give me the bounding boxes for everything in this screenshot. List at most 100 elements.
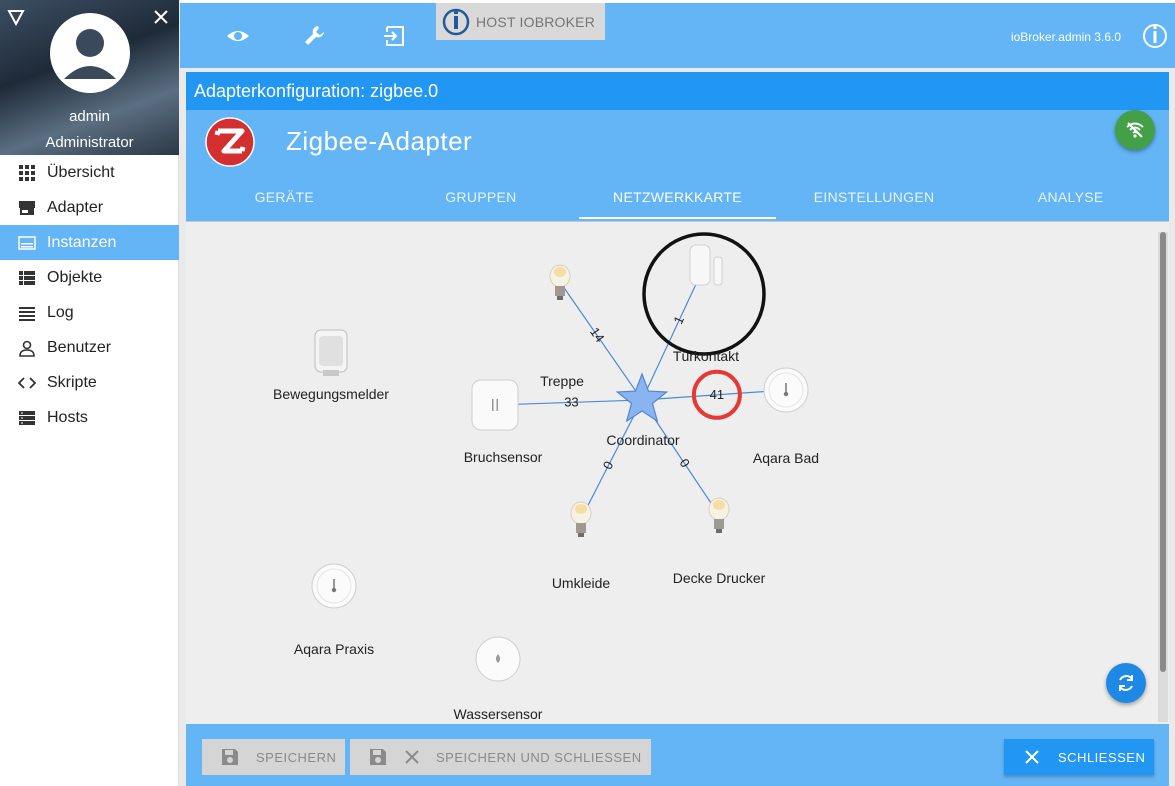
device-node-bruchsensor[interactable]: Bruchsensor	[464, 379, 543, 465]
menu-logo-icon[interactable]	[7, 8, 25, 26]
link-quality-label: 41	[710, 387, 724, 402]
save-close-label: SPEICHERN UND SCHLIESSEN	[436, 749, 642, 765]
save-button[interactable]: SPEICHERN	[202, 739, 345, 775]
save-label: SPEICHERN	[256, 749, 337, 765]
wrench-icon[interactable]	[302, 23, 328, 49]
tab-einstellungen[interactable]: EINSTELLUNGEN	[776, 180, 973, 222]
link-quality-label: 33	[564, 394, 578, 409]
sidebar-item-benutzer[interactable]: Benutzer	[0, 330, 179, 365]
scrollbar-thumb[interactable]	[1160, 232, 1166, 672]
logout-icon[interactable]	[381, 23, 407, 49]
sidebar-item-adapter[interactable]: Adapter	[0, 190, 179, 225]
sidebar-header: admin Administrator	[0, 0, 179, 155]
adapter-header: Zigbee-Adapter GERÄTE GRUPPEN NETZWERKKART…	[186, 110, 1169, 222]
save-and-close-button[interactable]: SPEICHERN UND SCHLIESSEN	[350, 739, 651, 775]
device-node-bewegungsmelder[interactable]: Bewegungsmelder	[273, 329, 389, 402]
user-name: admin	[69, 108, 110, 125]
device-label: Umkleide	[552, 575, 611, 591]
version-text: ioBroker.admin 3.6.0	[1010, 30, 1121, 44]
device-label: Bewegungsmelder	[273, 386, 389, 402]
coordinator-label: Coordinator	[606, 432, 679, 448]
device-node-wassersensor[interactable]: Wassersensor	[454, 636, 543, 722]
code-icon	[17, 374, 37, 392]
list-icon	[18, 269, 36, 287]
sidebar-item-objekte[interactable]: Objekte	[0, 260, 179, 295]
device-node-treppe[interactable]: Treppe	[540, 264, 584, 389]
iobroker-info-icon[interactable]	[1142, 23, 1168, 49]
network-map-canvas[interactable]: 14 1 33 41 0 0 Coordinator Treppe Türkontakt Bruc…	[186, 222, 1169, 724]
adapter-name: Zigbee-Adapter	[286, 126, 473, 156]
nav-menu: Übersicht Adapter Instanzen Objekte Log Benut…	[0, 155, 179, 435]
avatar	[50, 13, 130, 93]
device-label: Wassersensor	[454, 706, 543, 722]
device-node-decke_drucker[interactable]: Decke Drucker	[673, 497, 766, 586]
dialog-title: Adapterkonfiguration: zigbee.0	[186, 72, 1169, 110]
device-label: Bruchsensor	[464, 449, 543, 465]
close-icon	[1025, 750, 1039, 764]
hosts-icon	[18, 409, 36, 427]
save-icon	[370, 749, 386, 765]
store-icon	[18, 199, 36, 217]
eye-icon[interactable]	[225, 23, 251, 49]
sidebar-item-label: Übersicht	[47, 163, 115, 181]
close-icon[interactable]	[152, 8, 170, 26]
sidebar: admin Administrator Übersicht Adapter Inst…	[0, 0, 179, 786]
host-selector[interactable]: HOST IOBROKER	[436, 3, 605, 40]
link-quality-label: 0	[600, 459, 617, 472]
sidebar-item-label: Objekte	[47, 268, 103, 286]
tab-analyse[interactable]: ANALYSE	[972, 180, 1169, 222]
host-label: HOST IOBROKER	[476, 13, 596, 30]
sidebar-item-hosts[interactable]: Hosts	[0, 400, 179, 435]
device-node-aqara_praxis[interactable]: Aqara Praxis	[294, 563, 374, 657]
coordinator-node[interactable]	[615, 372, 669, 423]
zigbee-logo-icon	[205, 117, 255, 167]
device-node-tuerkontakt[interactable]: Türkontakt	[673, 244, 739, 364]
user-avatar-icon	[64, 29, 116, 79]
tab-geraete[interactable]: GERÄTE	[186, 180, 383, 222]
sidebar-item--bersicht[interactable]: Übersicht	[0, 155, 179, 190]
sidebar-item-instanzen[interactable]: Instanzen	[0, 225, 179, 260]
refresh-icon	[1119, 675, 1133, 691]
sidebar-item-label: Benutzer	[47, 338, 112, 356]
sidebar-item-label: Hosts	[47, 408, 88, 426]
adapter-config-dialog: Adapterkonfiguration: zigbee.0 Zigbee-Ad…	[186, 72, 1169, 786]
save-icon	[222, 749, 238, 765]
sidebar-item-label: Adapter	[47, 198, 104, 216]
network-map[interactable]: 14 1 33 41 0 0 Coordinator Treppe Türkontakt Bruc…	[186, 222, 1169, 724]
tab-netzwerkkarte[interactable]: NETZWERKKARTE	[579, 180, 776, 222]
tab-bar: GERÄTE GRUPPEN NETZWERKKARTE EINSTELLUNGEN A…	[186, 180, 1169, 222]
sidebar-item-label: Log	[47, 303, 74, 321]
device-label: Türkontakt	[673, 348, 739, 364]
device-label: Aqara Bad	[753, 450, 819, 466]
close-label: SCHLIESSEN	[1058, 749, 1146, 765]
wifi-icon	[1126, 122, 1144, 138]
link-quality-label: 1	[670, 314, 687, 327]
link-quality-label: 14	[587, 325, 608, 345]
user-role: Administrator	[45, 134, 134, 151]
device-node-umkleide[interactable]: Umkleide	[552, 501, 611, 591]
link-tuerkontakt	[641, 266, 705, 401]
lines-icon	[18, 304, 36, 322]
sidebar-item-label: Skripte	[47, 373, 97, 391]
pairing-button[interactable]	[1115, 110, 1155, 150]
device-node-aqara_bad[interactable]: Aqara Bad	[753, 367, 819, 466]
dialog-footer: SPEICHERN SPEICHERN UND SCHLIESSEN SCHLI…	[186, 724, 1169, 786]
close-icon	[405, 750, 419, 764]
top-bar: HOST IOBROKER ioBroker.admin 3.6.0	[180, 0, 1175, 68]
refresh-map-button[interactable]	[1106, 663, 1146, 703]
person-icon	[18, 339, 36, 357]
tab-gruppen[interactable]: GRUPPEN	[383, 180, 580, 222]
link-umkleide	[580, 399, 643, 520]
instances-icon	[18, 234, 36, 252]
close-button[interactable]: SCHLIESSEN	[1004, 739, 1154, 775]
grid-icon	[18, 164, 36, 182]
link-quality-label: 0	[677, 456, 693, 470]
device-label: Decke Drucker	[673, 570, 766, 586]
sidebar-item-skripte[interactable]: Skripte	[0, 365, 179, 400]
sidebar-item-label: Instanzen	[47, 233, 117, 251]
scrollbar[interactable]	[1158, 232, 1168, 722]
sidebar-item-log[interactable]: Log	[0, 295, 179, 330]
device-label: Treppe	[540, 373, 584, 389]
iobroker-logo-icon	[442, 8, 470, 35]
device-label: Aqara Praxis	[294, 641, 374, 657]
